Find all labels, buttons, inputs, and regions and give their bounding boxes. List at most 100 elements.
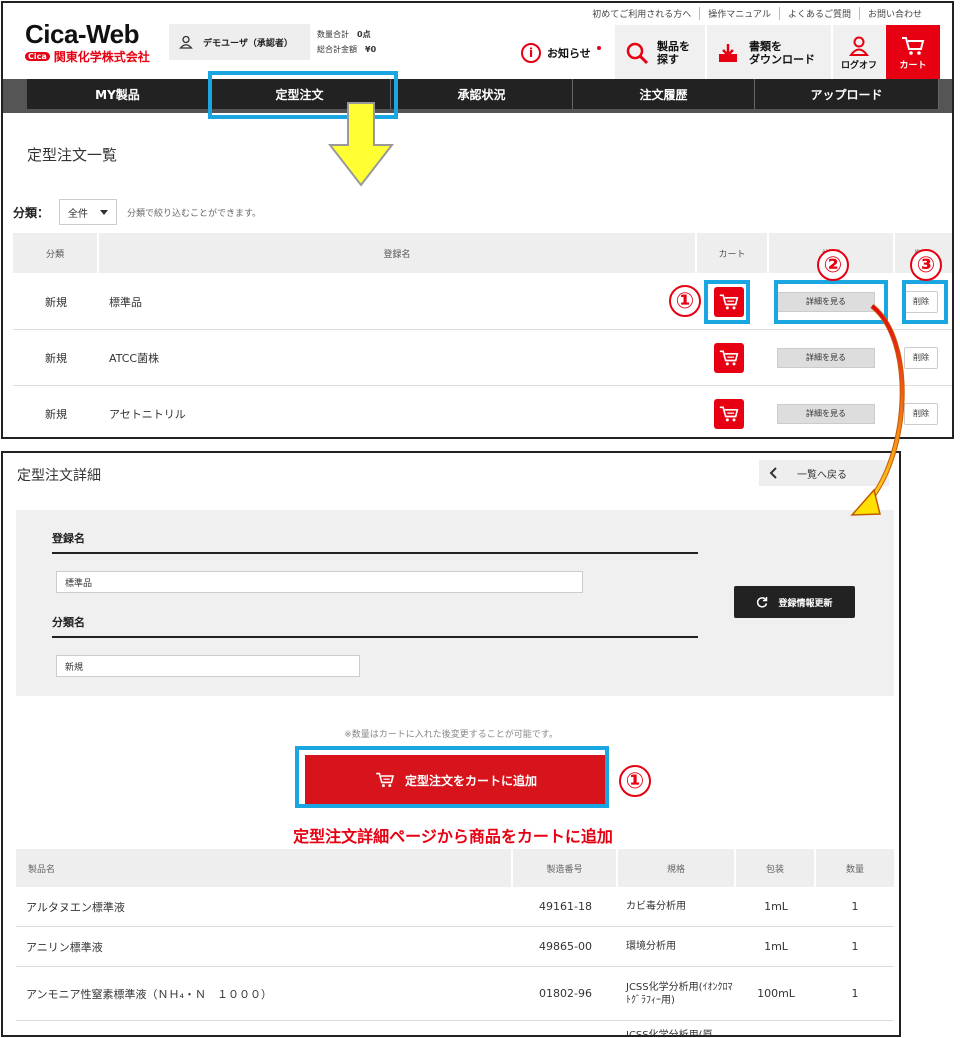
main-nav: MY製品 定型注文 承認状況 注文履歴 アップロード [3,79,952,113]
product-code: 49865-00 [539,940,592,953]
product-qty: 1 [851,940,859,953]
row-name: 標準品 [109,295,142,309]
table-row: JCSS化学分析用(原 [16,1021,894,1035]
category-filter: 分類： 全件 分類で絞り込むことができます。 [13,199,261,225]
filter-label: 分類： [13,205,50,220]
order-detail-panel: 定型注文詳細 一覧へ戻る 登録名 標準品 分類名 新規 登録情報更新 ※数量はカ… [1,451,901,1037]
amount-total-value: ¥0 [365,45,377,54]
user-info[interactable]: デモユーザ（承認者） [169,24,310,60]
top-link-first-time[interactable]: 初めてご利用される方へ [584,7,699,20]
add-to-cart-button[interactable] [714,342,744,373]
company-name: 関東化学株式会社 [53,50,150,64]
product-name: アルタヌエン標準液 [26,900,125,914]
th-category: 分類 [13,233,97,273]
product-qty: 1 [851,987,859,1000]
notice-label: お知らせ [547,47,591,60]
add-cart-highlight-box [295,746,609,808]
reg-name-input[interactable]: 標準品 [56,571,583,593]
nav-approval-status[interactable]: 承認状況 [391,79,573,109]
th-cart: カート [697,233,767,273]
product-pack: 1mL [764,940,788,953]
row-name: ATCC菌株 [109,351,160,365]
th-pack: 包装 [736,849,814,887]
cat-name-input[interactable]: 新規 [56,655,360,677]
nav-order-history[interactable]: 注文履歴 [573,79,755,109]
refresh-icon [756,596,768,608]
annotation-three: ③ [910,249,942,281]
product-code: 49161-18 [539,900,592,913]
down-arrow-annotation [328,101,394,187]
logo-text: Cica-Web [25,19,139,49]
order-list-panel: 初めてご利用される方へ 操作マニュアル よくあるご質問 お問い合わせ Cica-… [1,1,954,439]
nav-my-products[interactable]: MY製品 [27,79,209,109]
th-lot: 製造番号 [513,849,616,887]
curved-arrow-annotation [830,300,920,525]
table-row: アンモニア性窒素標準液（ＮＨ₄・Ｎ １０００） 01802-96 JCSS化学分… [16,967,894,1021]
category-select[interactable]: 全件 [59,199,118,225]
page-title: 定型注文一覧 [27,146,118,164]
cart-totals: 数量合計 0点 総合計金額 ¥0 [317,27,376,57]
notice-badge-dot [596,46,601,50]
notice-button[interactable]: i お知らせ [521,25,601,81]
table-row: 新規 アセトニトリル 詳細を見る 削除 [13,386,952,437]
instruction-caption: 定型注文詳細ページから商品をカートに追加 [293,827,613,846]
download-documents-button[interactable]: 書類を ダウンロード [707,25,831,81]
qty-total-value: 0点 [357,30,371,39]
product-qty: 1 [851,900,859,913]
cart-icon [901,36,925,56]
cart-icon [719,350,739,365]
filter-note: 分類で絞り込むことができます。 [127,208,262,219]
annotation-one-bottom: ① [619,765,651,797]
download-icon [717,42,739,64]
annotation-one: ① [669,285,701,317]
annotation-two: ② [817,249,849,281]
quantity-note: ※数量はカートに入れた後変更することが可能です。 [344,730,558,740]
logout-user-icon [849,36,869,56]
cart-highlight-box [704,280,750,324]
top-link-contact[interactable]: お問い合わせ [858,7,930,20]
update-registration-button[interactable]: 登録情報更新 [734,586,855,618]
category-select-value: 全件 [68,208,89,220]
divider [52,552,698,554]
qty-total-label: 数量合計 [317,30,349,39]
th-product-name: 製品名 [16,849,511,887]
table-row: アニリン標準液 49865-00 環境分析用 1mL 1 [16,927,894,967]
info-icon: i [521,43,541,63]
download-label-2: ダウンロード [749,53,815,66]
product-table-header: 製品名 製造番号 規格 包装 数量 [16,849,894,887]
add-to-cart-button[interactable] [714,398,744,429]
table-row: 新規 ATCC菌株 詳細を見る 削除 [13,330,952,386]
product-name: アニリン標準液 [26,940,103,954]
product-pack: 1mL [764,900,788,913]
row-category: 新規 [45,295,67,309]
product-spec: 環境分析用 [626,941,676,952]
logo-badge: Cica [25,52,50,61]
th-qty: 数量 [816,849,894,887]
row-category: 新規 [45,407,67,421]
cart-button[interactable]: カート [886,25,940,81]
nav-upload[interactable]: アップロード [755,79,939,109]
user-icon [179,35,193,49]
product-pack: 100mL [757,987,795,1000]
site-logo[interactable]: Cica-Web Cica 関東化学株式会社 [25,19,150,65]
top-links: 初めてご利用される方へ 操作マニュアル よくあるご質問 お問い合わせ [584,7,930,20]
download-label-1: 書類を [749,40,782,53]
row-category: 新規 [45,351,67,365]
logout-button[interactable]: ログオフ [833,25,885,81]
search-icon [625,41,649,65]
logout-label: ログオフ [840,60,877,71]
list-table-header: 分類 登録名 カート 詳細 削除 [13,233,952,273]
top-link-manual[interactable]: 操作マニュアル [699,7,779,20]
divider [52,636,698,638]
product-code: 01802-96 [539,987,592,1000]
product-name: アンモニア性窒素標準液（ＮＨ₄・Ｎ １０００） [26,987,272,1001]
top-link-faq[interactable]: よくあるご質問 [778,7,859,20]
th-name: 登録名 [99,233,695,273]
refresh-label: 登録情報更新 [778,598,833,609]
detail-title: 定型注文詳細 [17,468,101,484]
search-label-1: 製品を [657,40,690,53]
table-row: アルタヌエン標準液 49161-18 カビ毒分析用 1mL 1 [16,887,894,927]
search-products-button[interactable]: 製品を 探す [615,25,705,81]
chevron-left-icon [769,467,777,479]
chevron-down-icon [100,209,109,215]
